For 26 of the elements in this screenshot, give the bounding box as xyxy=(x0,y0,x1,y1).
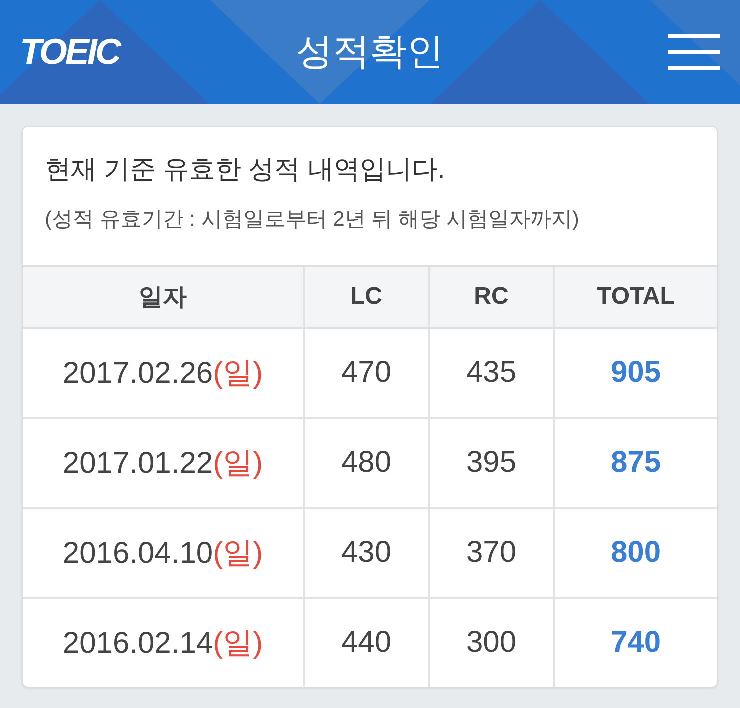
rc-score-cell: 370 xyxy=(429,508,554,598)
page-title: 성적확인 xyxy=(296,30,444,74)
menu-button[interactable] xyxy=(668,34,720,70)
column-header: RC xyxy=(429,266,554,328)
lc-score-cell: 470 xyxy=(304,328,429,418)
rc-score-cell: 395 xyxy=(429,418,554,508)
date-cell: 2016.04.10(일) xyxy=(23,508,304,598)
date-cell: 2016.02.14(일) xyxy=(23,598,304,687)
column-header: TOTAL xyxy=(554,266,717,328)
rc-score-cell: 435 xyxy=(429,328,554,418)
validity-note: (성적 유효기간 : 시험일로부터 2년 뒤 해당 시험일자까지) xyxy=(45,207,580,233)
column-header: LC xyxy=(304,266,429,328)
total-score-cell: 905 xyxy=(554,328,717,418)
rc-score-cell: 300 xyxy=(429,598,554,687)
lc-score-cell: 480 xyxy=(304,418,429,508)
notice-heading: 현재 기준 유효한 성적 내역입니다. xyxy=(45,153,446,186)
logo[interactable]: TOEIC xyxy=(20,31,120,73)
date-cell: 2017.01.22(일) xyxy=(23,418,304,508)
column-header: 일자 xyxy=(23,266,304,328)
menu-icon xyxy=(668,34,720,70)
lc-score-cell: 430 xyxy=(304,508,429,598)
total-score-cell: 740 xyxy=(554,598,717,687)
total-score-cell: 800 xyxy=(554,508,717,598)
date-cell: 2017.02.26(일) xyxy=(23,328,304,418)
total-score-cell: 875 xyxy=(554,418,717,508)
lc-score-cell: 440 xyxy=(304,598,429,687)
